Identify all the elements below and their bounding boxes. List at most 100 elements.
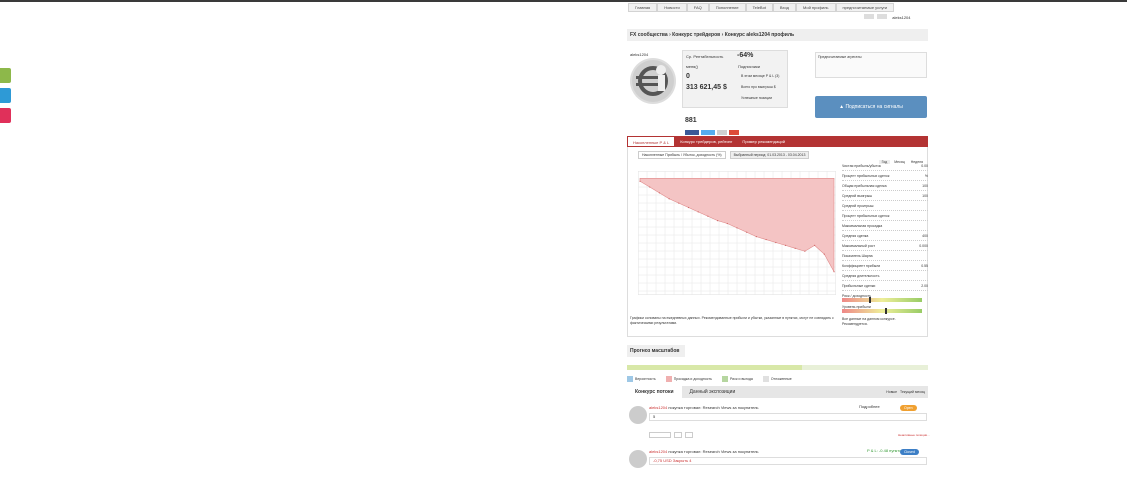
data-point xyxy=(687,206,690,209)
like-button[interactable] xyxy=(649,432,671,438)
metric-label: Процент прибыльных сделок xyxy=(842,214,890,218)
metric-value: 400 xyxy=(922,234,928,238)
contest-tabs: Конкурс потоки Данный экспозиции Новые Т… xyxy=(627,386,928,398)
forecast-progress-fill xyxy=(627,365,802,370)
metric-label: Средний проигрыш xyxy=(842,204,874,208)
legend-item: Отложенные xyxy=(762,374,792,384)
post-footer[interactable]: Неактивные позиции... xyxy=(898,433,930,437)
post-badge: Closed xyxy=(900,449,919,455)
metric-label: Коэффициент прибыли xyxy=(842,264,881,268)
metric-row: Процент прибыльных сделок% xyxy=(842,171,928,181)
data-point xyxy=(765,238,767,241)
stats-box: Ср. Рентабельность -64% меня() Подписчик… xyxy=(682,50,788,108)
tab-exposures[interactable]: Данный экспозиции xyxy=(682,386,744,398)
nav-item[interactable]: TeleBot xyxy=(745,3,773,12)
data-point xyxy=(814,244,816,246)
metric-label: Прибыльные сделки xyxy=(842,284,876,288)
subscriptions-box: Предпочитаемые агрегаты xyxy=(815,52,927,78)
data-point xyxy=(784,244,787,246)
tab-rating[interactable]: Конкурс трейдеров, рейтинг xyxy=(675,136,737,147)
tab-recommendations[interactable]: Пример рекомендаций xyxy=(737,136,790,147)
all-time-label: Всего про выигрыш $ xyxy=(741,85,776,89)
metric-row: Процент прибыльных сделок xyxy=(842,211,928,221)
facebook-icon[interactable] xyxy=(685,130,699,135)
metrics-note: Все данные на данном конкурсе. Рекоменду… xyxy=(842,317,896,326)
subscriptions-label: Предпочитаемые агрегаты xyxy=(818,55,862,59)
post-text: покупка торговал: Research Views за поку… xyxy=(668,449,759,454)
metric-row: Средний проигрыш xyxy=(842,201,928,211)
breadcrumb-item[interactable]: FX сообщества xyxy=(630,32,668,38)
metric-row: Прибыльные сделки 2.00 xyxy=(842,281,928,291)
comment-icon[interactable] xyxy=(674,432,682,438)
post-user[interactable]: aleks1204 xyxy=(649,449,667,454)
breadcrumb-item[interactable]: Конкурс трейдеров xyxy=(672,32,720,38)
profile-tabs: Накопленные P & L Конкурс трейдеров, рей… xyxy=(627,136,928,147)
data-point xyxy=(717,220,719,222)
nav-item[interactable]: FAQ xyxy=(686,3,709,12)
phone-icon[interactable] xyxy=(0,88,11,103)
tab-pnl[interactable]: Накопленные P & L xyxy=(627,136,676,147)
equity-value: 313 621,45 $ xyxy=(686,84,727,91)
gain-value: -64% xyxy=(737,52,754,59)
metric-label: Средний выигрыш xyxy=(842,194,873,198)
metric-label: Чистая прибыль/убыток xyxy=(842,164,881,168)
tab-contest-threads[interactable]: Конкурс потоки xyxy=(627,386,682,398)
data-point xyxy=(775,241,777,244)
post-body: -0,75 USD Закрыть 4 xyxy=(649,457,927,465)
post-avatar xyxy=(629,406,647,424)
filter-new[interactable]: Новые xyxy=(886,386,897,398)
metric-label: Максимальная просадка xyxy=(842,224,883,228)
data-point xyxy=(678,202,680,204)
share-icon[interactable] xyxy=(685,432,693,438)
user-bar[interactable]: aleks1204 xyxy=(864,14,928,22)
rank-label: В этом месяце P & L (3) xyxy=(741,74,780,78)
avatar xyxy=(630,58,676,104)
twitter-icon[interactable] xyxy=(701,130,715,135)
post-user[interactable]: aleks1204 xyxy=(649,405,667,410)
data-point xyxy=(746,231,748,233)
success-label: Успешные позиции xyxy=(741,96,773,100)
filter-month[interactable]: Текущий месяц xyxy=(900,386,925,398)
subscribe-button[interactable]: ▲ Подписаться на сигналы xyxy=(815,96,927,118)
data-point xyxy=(794,247,796,249)
nav-item[interactable]: Новости xyxy=(657,3,687,12)
chart-subtabs: Накопленные Прибыль / Убыток, доходность… xyxy=(638,151,810,159)
forecast-progress xyxy=(627,365,928,373)
nav-item[interactable]: Пополнение xyxy=(708,3,746,12)
post-item: aleks1204 покупка торговал: Research Vie… xyxy=(627,447,928,491)
gauge-bar xyxy=(842,297,922,303)
nav-item[interactable]: Главная xyxy=(628,3,658,12)
nav-item[interactable]: Вход xyxy=(772,3,796,12)
chart-subtab[interactable]: Выбранный период: 01.03.2013 - 03.04.201… xyxy=(729,151,810,159)
chart-subtab[interactable]: Накопленные Прибыль / Убыток, доходность… xyxy=(638,151,726,159)
metrics-list: Чистая прибыль/убыток 0.00 Процент прибыль… xyxy=(842,161,928,326)
gauge-marker xyxy=(869,297,872,303)
username[interactable]: aleks1204 xyxy=(892,15,910,20)
video-icon[interactable] xyxy=(0,108,11,123)
metric-label: Максимальный рост xyxy=(842,244,876,248)
metric-row: Показатель Шарпа xyxy=(842,251,928,261)
post-body: 5 xyxy=(649,413,927,421)
legend-label: Отложенные xyxy=(770,377,792,381)
nav-item[interactable]: предпочитаемые услуги xyxy=(835,3,895,12)
legend-label: Просадка и доходность xyxy=(673,377,712,381)
profile-card: aleks1204 Ср. Рентабельность -64% меня()… xyxy=(627,50,928,140)
data-point xyxy=(726,222,728,225)
nav-item[interactable]: Мой профиль xyxy=(795,3,836,12)
balance-label: меня() xyxy=(686,64,699,69)
data-point xyxy=(823,253,825,255)
google-icon[interactable] xyxy=(729,130,739,135)
share-icon[interactable] xyxy=(717,130,727,135)
data-point xyxy=(697,211,699,213)
data-point xyxy=(658,192,660,194)
metric-value: 2.00 xyxy=(921,284,928,288)
metric-value: 100 xyxy=(922,194,928,198)
pnl-chart xyxy=(638,171,836,295)
feedback-icon[interactable] xyxy=(0,68,11,83)
avatar-icon xyxy=(632,60,674,102)
data-point xyxy=(649,186,651,188)
legend-item: Просадка и доходность xyxy=(665,374,712,384)
metric-row: Средний выигрыш 100 xyxy=(842,191,928,201)
profile-username: aleks1204 xyxy=(630,52,649,57)
post-text: покупка торговал: Research Views за поку… xyxy=(668,405,759,410)
